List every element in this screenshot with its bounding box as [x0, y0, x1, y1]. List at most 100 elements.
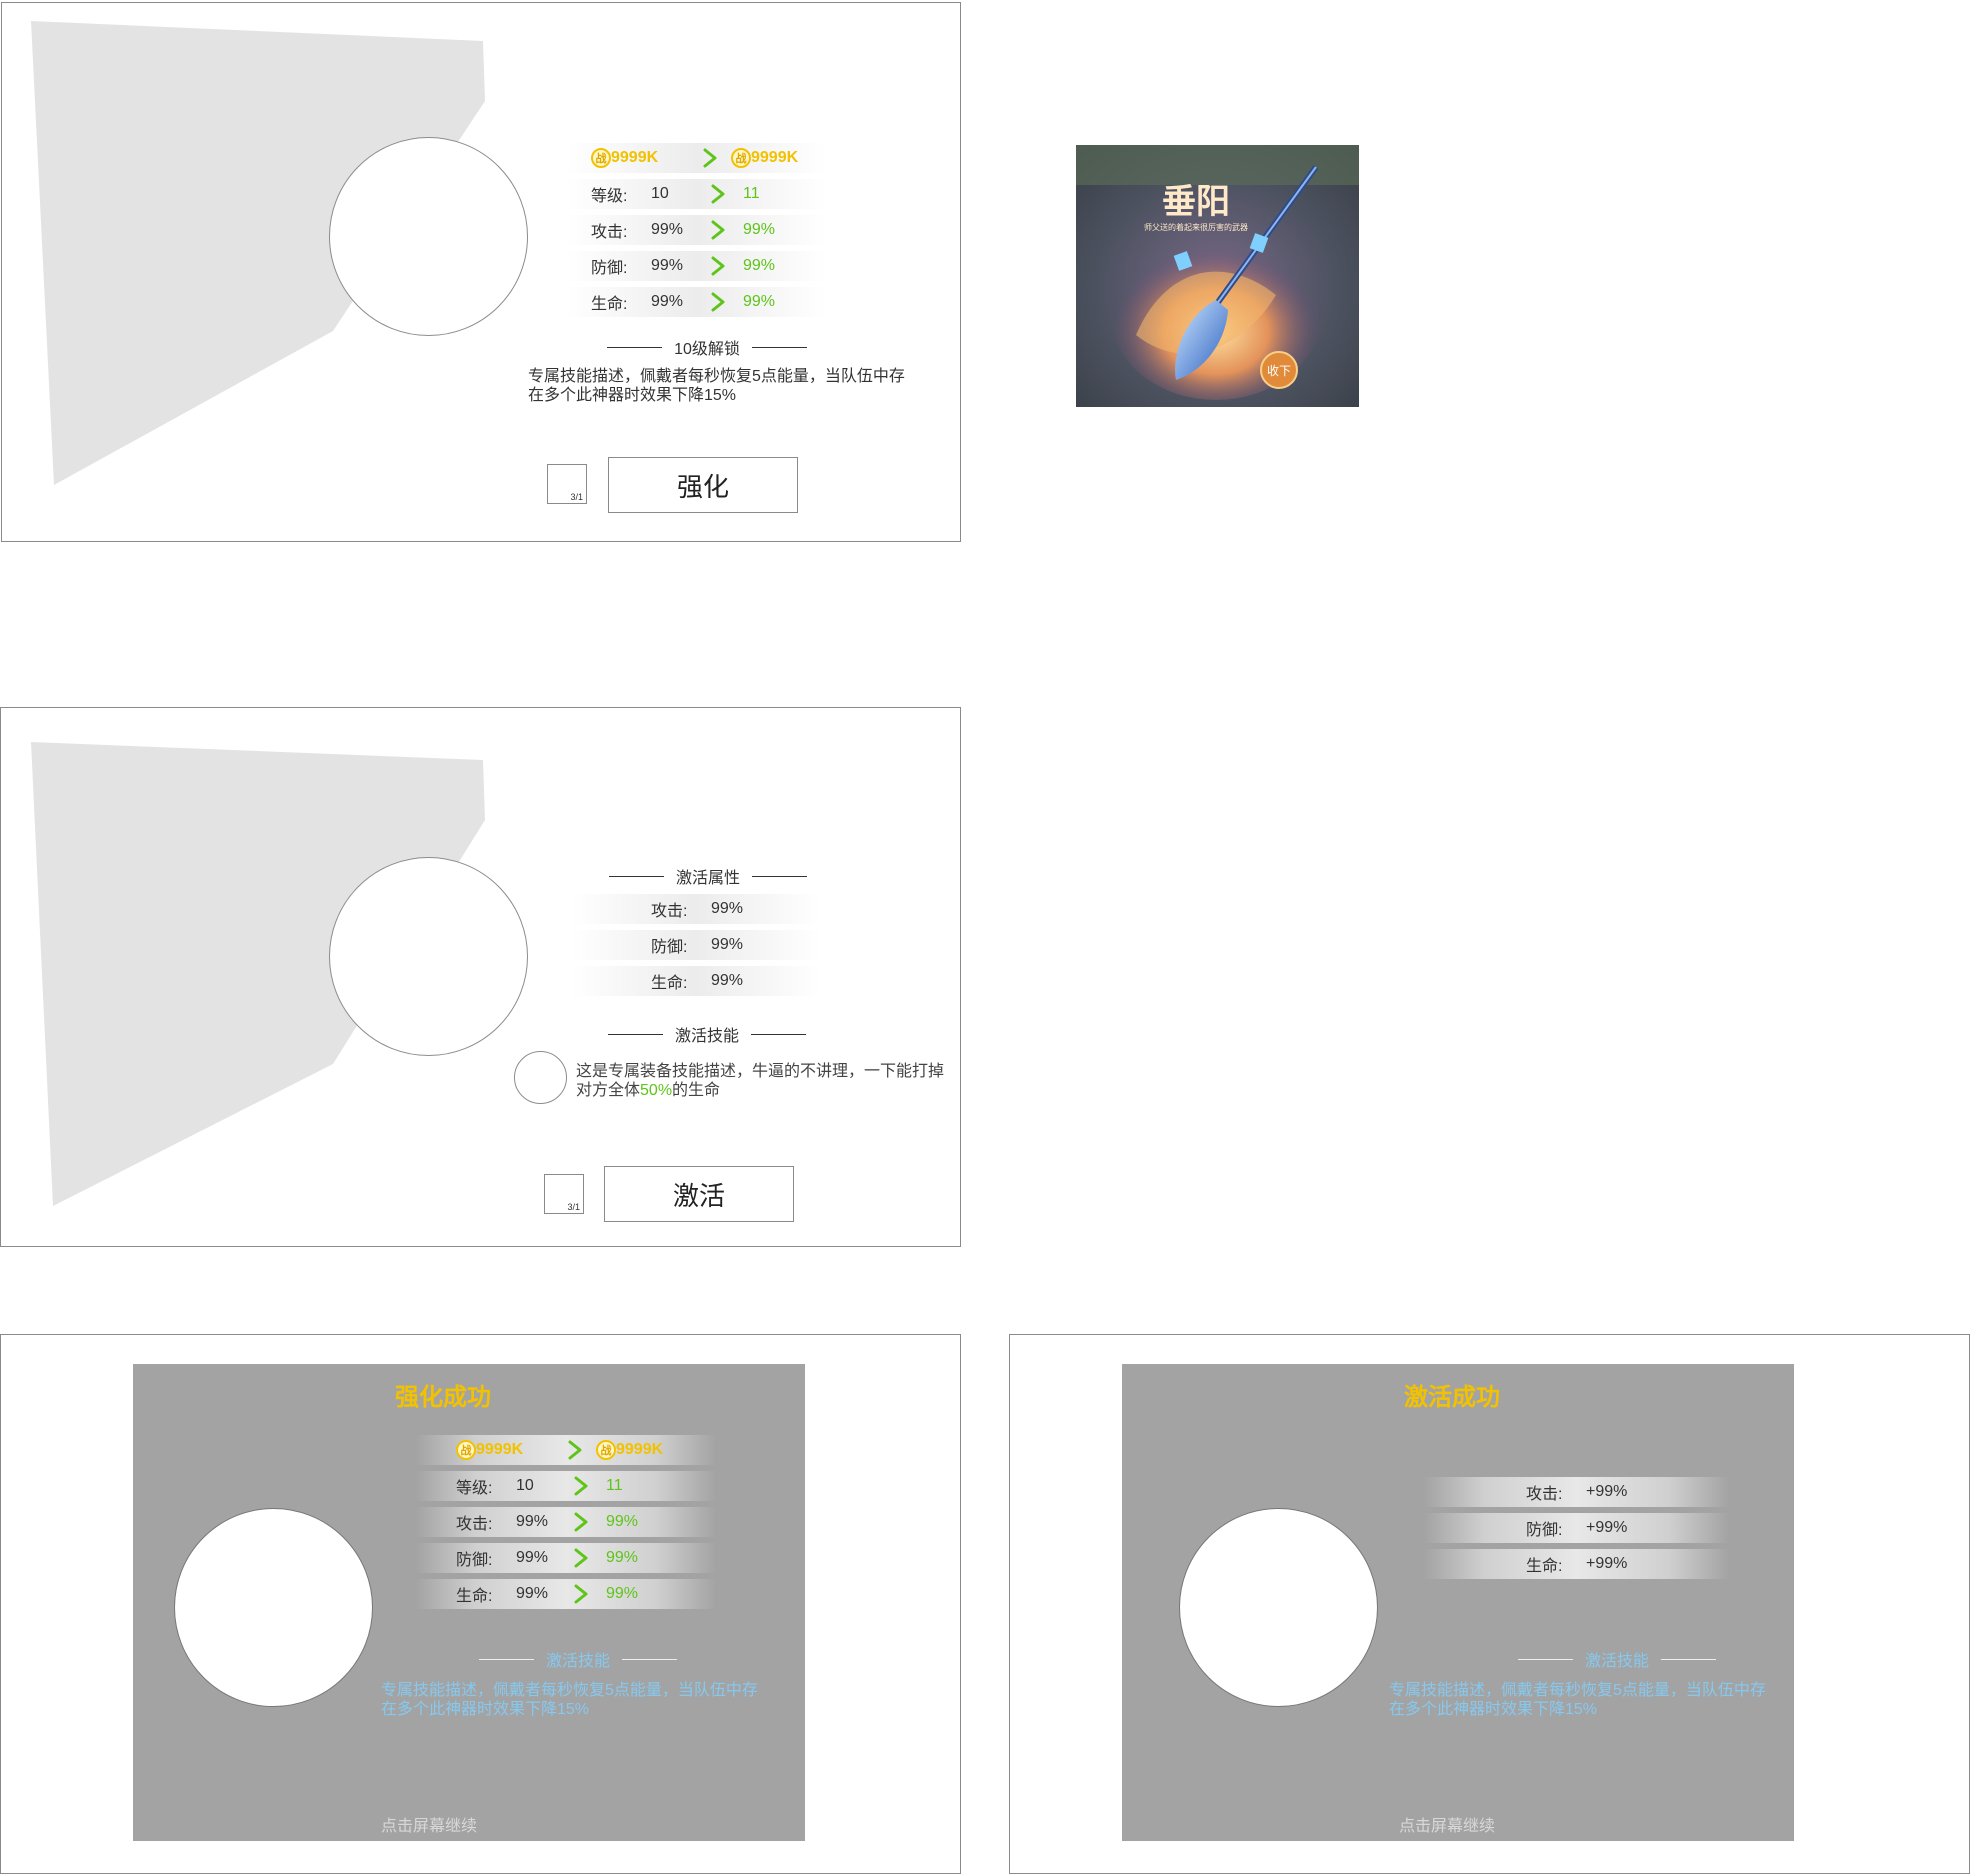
- arrow-right-icon: [709, 292, 727, 312]
- equipment-portrait: [174, 1508, 373, 1707]
- result-overlay: 激活成功 攻击: +99% 防御: +99% 生命: +99% 激活技能 专属技…: [1122, 1364, 1794, 1841]
- material-slot[interactable]: 3/1: [544, 1174, 584, 1214]
- skill-description: 专属技能描述，佩戴者每秒恢复5点能量，当队伍中存在多个此神器时效果下降15%: [1389, 1682, 1766, 1718]
- power-row: 战 9999K 战 9999K: [567, 143, 827, 173]
- power-row: 战 9999K 战 9999K: [416, 1435, 716, 1465]
- arrow-right-icon: [709, 184, 727, 204]
- stat-row-defense: 防御: 99% 99%: [567, 251, 827, 281]
- stat-to: 99%: [743, 293, 776, 310]
- skill-desc-percent: 50%: [640, 1082, 673, 1099]
- material-counter: 3/1: [567, 1202, 580, 1212]
- skill-description: 专属技能描述，佩戴者每秒恢复5点能量，当队伍中存在多个此神器时效果下降15%: [381, 1682, 758, 1718]
- stat-to: 99%: [606, 1549, 639, 1566]
- stat-from: 99%: [651, 221, 684, 238]
- stat-row-hp: 生命: 99% 99%: [567, 287, 827, 317]
- continue-hint: 点击屏幕继续: [381, 1818, 478, 1835]
- power-coin-icon: 战: [596, 1440, 616, 1460]
- stat-value: 99%: [711, 900, 744, 917]
- continue-hint: 点击屏幕继续: [1399, 1818, 1496, 1835]
- stat-value: +99%: [1586, 1555, 1628, 1572]
- stat-label: 防御:: [1526, 1522, 1563, 1539]
- stat-from: 99%: [651, 257, 684, 274]
- stat-from: 10: [651, 185, 669, 202]
- stat-row-defense: 防御: 99% 99%: [416, 1543, 716, 1573]
- skill-divider: 激活技能: [562, 1022, 852, 1046]
- weapon-subtitle: 师父送的着起来很厉害的武器: [1144, 222, 1248, 232]
- skill-divider: 激活技能: [433, 1647, 723, 1671]
- stat-label: 等级:: [591, 188, 628, 205]
- skill-icon[interactable]: [514, 1051, 567, 1104]
- arrow-right-icon: [701, 148, 719, 168]
- stat-label: 攻击:: [591, 224, 628, 241]
- skill-divider: 激活技能: [1472, 1647, 1762, 1671]
- material-slot[interactable]: 3/1: [547, 464, 587, 504]
- power-coin-icon: 战: [456, 1440, 476, 1460]
- power-to: 9999K: [751, 149, 799, 166]
- stat-value: 99%: [711, 936, 744, 953]
- stat-value: +99%: [1586, 1519, 1628, 1536]
- stat-row-level: 等级: 10 11: [416, 1471, 716, 1501]
- stat-value: 99%: [711, 972, 744, 989]
- power-coin-icon: 战: [731, 148, 751, 168]
- skill-desc-text: 这是专属装备技能描述，牛逼的不讲理，一下能打掉对方全体: [576, 1063, 945, 1099]
- enhance-panel: 战 9999K 战 9999K 等级: 10 11 攻击: 99% 99% 防御…: [1, 2, 961, 542]
- stat-to: 99%: [743, 257, 776, 274]
- result-title: 强化成功: [395, 1384, 491, 1411]
- power-from: 9999K: [476, 1441, 524, 1458]
- attr-row-hp: 生命: +99%: [1424, 1549, 1729, 1579]
- stat-label: 攻击:: [1526, 1486, 1563, 1503]
- skill-title: 激活技能: [674, 1028, 739, 1045]
- equipment-portrait: [1179, 1508, 1378, 1707]
- attr-row-defense: 防御: 99%: [571, 930, 821, 960]
- power-to: 9999K: [616, 1441, 664, 1458]
- attr-row-hp: 生命: 99%: [571, 966, 821, 996]
- stat-row-attack: 攻击: 99% 99%: [416, 1507, 716, 1537]
- arrow-right-icon: [572, 1476, 590, 1496]
- collect-label: 收下: [1267, 364, 1291, 378]
- stat-label: 生命:: [651, 975, 688, 992]
- stat-label: 生命:: [1526, 1558, 1563, 1575]
- activate-panel: 激活属性 攻击: 99% 防御: 99% 生命: 99% 激活技能 这是专属装备…: [0, 707, 961, 1247]
- arrow-right-icon: [572, 1512, 590, 1532]
- attr-row-attack: 攻击: +99%: [1424, 1477, 1729, 1507]
- power-coin-icon: 战: [591, 148, 611, 168]
- enhance-button[interactable]: 强化: [608, 457, 798, 513]
- enhance-success-screen[interactable]: 强化成功 战 9999K 战 9999K 等级: 10 11 攻击: 99% 9…: [0, 1334, 961, 1874]
- weapon-artwork: 收下 垂阳 师父送的着起来很厉害的武器: [1076, 145, 1359, 407]
- arrow-right-icon: [572, 1548, 590, 1568]
- attr-row-defense: 防御: +99%: [1424, 1513, 1729, 1543]
- activate-button[interactable]: 激活: [604, 1166, 794, 1222]
- unlock-title: 10级解锁: [674, 341, 740, 358]
- arrow-right-icon: [566, 1440, 584, 1460]
- stat-label: 生命:: [591, 296, 628, 313]
- equipment-portrait[interactable]: [329, 137, 528, 336]
- stat-to: 11: [743, 185, 760, 202]
- equipment-portrait[interactable]: [329, 857, 528, 1056]
- activate-success-screen[interactable]: 激活成功 攻击: +99% 防御: +99% 生命: +99% 激活技能 专属技…: [1009, 1334, 1970, 1874]
- stat-row-hp: 生命: 99% 99%: [416, 1579, 716, 1609]
- material-counter: 3/1: [570, 492, 583, 502]
- skill-description: 这是专属装备技能描述，牛逼的不讲理，一下能打掉对方全体50%的生命: [576, 1062, 956, 1100]
- stat-from: 99%: [516, 1513, 549, 1530]
- stat-value: +99%: [1586, 1483, 1628, 1500]
- arrow-right-icon: [709, 256, 727, 276]
- arrow-right-icon: [572, 1584, 590, 1604]
- skill-desc-tail: 的生命: [672, 1082, 721, 1099]
- result-title: 激活成功: [1404, 1384, 1500, 1411]
- arrow-right-icon: [709, 220, 727, 240]
- stat-from: 99%: [516, 1585, 549, 1602]
- stat-from: 10: [516, 1477, 534, 1494]
- stat-row-level: 等级: 10 11: [567, 179, 827, 209]
- attr-row-attack: 攻击: 99%: [571, 894, 821, 924]
- skill-title: 激活技能: [545, 1653, 610, 1670]
- attr-title: 激活属性: [675, 870, 740, 887]
- stat-label: 生命:: [456, 1588, 493, 1605]
- result-overlay: 强化成功 战 9999K 战 9999K 等级: 10 11 攻击: 99% 9…: [133, 1364, 805, 1841]
- stat-label: 防御:: [651, 939, 688, 956]
- stat-to: 99%: [606, 1513, 639, 1530]
- skill-description: 专属技能描述，佩戴者每秒恢复5点能量，当队伍中存在多个此神器时效果下降15%: [528, 368, 905, 404]
- power-from: 9999K: [611, 149, 659, 166]
- stat-to: 11: [606, 1477, 623, 1494]
- stat-label: 攻击:: [456, 1516, 493, 1533]
- stat-to: 99%: [606, 1585, 639, 1602]
